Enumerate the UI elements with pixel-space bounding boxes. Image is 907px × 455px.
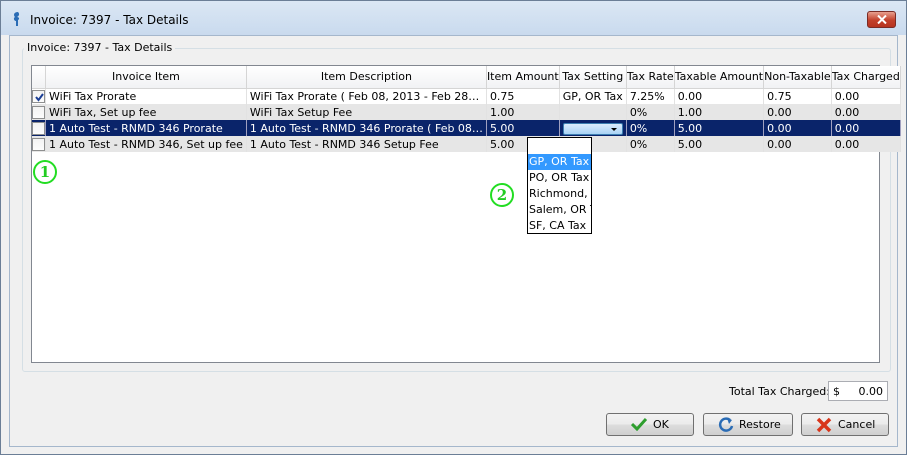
cell-tax-setting[interactable] — [559, 120, 627, 136]
dropdown-arrow-icon[interactable] — [610, 127, 617, 131]
checkmark-icon — [631, 417, 647, 431]
annotation-marker-1: 1 — [33, 160, 57, 184]
tax-details-window: Invoice: 7397 - Tax Details Invoice: 739… — [0, 0, 907, 455]
cancel-button[interactable]: Cancel — [801, 413, 889, 436]
restore-icon — [718, 417, 734, 432]
cell-non-taxable: 0.00 — [763, 104, 832, 120]
tax-setting-combobox[interactable] — [562, 122, 623, 135]
column-header-invoice-item[interactable]: Invoice Item — [45, 66, 247, 89]
dropdown-option[interactable]: SF, CA Tax — [528, 218, 591, 233]
cell-item-amount: 0.75 — [486, 88, 560, 104]
cell-tax-rate: 0% — [626, 120, 675, 136]
column-header-tax-charged[interactable]: Tax Charged — [831, 66, 901, 89]
cell-tax-charged: 0.00 — [831, 104, 901, 120]
cell-invoice-item: 1 Auto Test - RNMD 346 Prorate — [45, 120, 247, 136]
cell-tax-rate: 0% — [626, 104, 675, 120]
column-header-select[interactable] — [32, 66, 46, 89]
close-button[interactable] — [867, 11, 896, 28]
cell-non-taxable: 0.75 — [763, 88, 832, 104]
app-logo-icon — [13, 12, 20, 26]
window-title: Invoice: 7397 - Tax Details — [30, 13, 189, 27]
column-header-tax-setting[interactable]: Tax Setting — [559, 66, 627, 89]
cancel-label: Cancel — [838, 418, 876, 431]
cell-tax-charged: 0.00 — [831, 136, 901, 152]
ok-button[interactable]: OK — [606, 413, 694, 436]
cell-tax-rate: 7.25% — [626, 88, 675, 104]
cell-item-amount: 1.00 — [486, 104, 560, 120]
ok-label: OK — [653, 418, 669, 431]
restore-button[interactable]: Restore — [703, 413, 793, 436]
cell-invoice-item: WiFi Tax Prorate — [45, 88, 247, 104]
total-tax-charged-field[interactable]: $ 0.00 — [828, 381, 888, 401]
dropdown-option[interactable]: Richmond, VA Tax — [528, 186, 591, 202]
restore-label: Restore — [739, 418, 781, 431]
cell-item-description: 1 Auto Test - RNMD 346 Prorate ( Feb 08… — [246, 120, 487, 136]
title-bar[interactable]: Invoice: 7397 - Tax Details — [1, 1, 906, 35]
table-row[interactable]: 1 Auto Test - RNMD 346, Set up fee 1 Aut… — [32, 136, 901, 152]
column-header-tax-rate[interactable]: Tax Rate — [626, 66, 675, 89]
table-row-selected[interactable]: 1 Auto Test - RNMD 346 Prorate 1 Auto Te… — [32, 120, 901, 136]
grid-header-row: Invoice Item Item Description Item Amoun… — [32, 66, 901, 89]
dropdown-option[interactable] — [528, 138, 591, 154]
tax-details-grid[interactable]: Invoice Item Item Description Item Amoun… — [31, 65, 901, 363]
cell-non-taxable: 0.00 — [763, 136, 832, 152]
cell-tax-setting[interactable]: GP, OR Tax — [559, 88, 627, 104]
cell-taxable-amount: 5.00 — [674, 120, 765, 136]
cell-taxable-amount: 0.00 — [674, 88, 765, 104]
total-tax-charged-value: 0.00 — [858, 385, 884, 398]
table-row[interactable]: WiFi Tax, Set up fee WiFi Tax Setup Fee … — [32, 104, 901, 120]
column-header-non-taxable[interactable]: Non-Taxable — [763, 66, 832, 89]
cancel-x-icon — [816, 417, 832, 433]
cell-invoice-item: WiFi Tax, Set up fee — [45, 104, 247, 120]
table-row[interactable]: WiFi Tax Prorate WiFi Tax Prorate ( Feb … — [32, 88, 901, 104]
cell-item-amount: 5.00 — [486, 120, 560, 136]
cell-item-description: WiFi Tax Prorate ( Feb 08, 2013 - Feb 28… — [246, 88, 487, 104]
dropdown-option[interactable]: Salem, OR Tax — [528, 202, 591, 218]
currency-symbol: $ — [833, 385, 840, 398]
cell-non-taxable: 0.00 — [763, 120, 832, 136]
row-checkbox[interactable] — [32, 121, 45, 135]
tax-setting-dropdown-list[interactable]: GP, OR Tax PO, OR Tax Richmond, VA Tax S… — [527, 137, 592, 234]
dropdown-option[interactable]: PO, OR Tax — [528, 170, 591, 186]
cell-item-description: 1 Auto Test - RNMD 346 Setup Fee — [246, 136, 487, 152]
total-tax-charged-label: Total Tax Charged: — [729, 385, 830, 398]
row-checkbox[interactable] — [32, 105, 45, 119]
cell-tax-charged: 0.00 — [831, 120, 901, 136]
checkmark-icon — [35, 93, 44, 102]
dropdown-option-highlighted[interactable]: GP, OR Tax — [528, 154, 591, 170]
row-checkbox[interactable] — [32, 137, 45, 151]
cell-taxable-amount: 1.00 — [674, 104, 765, 120]
cell-tax-charged: 0.00 — [831, 88, 901, 104]
close-icon — [877, 15, 887, 24]
column-header-taxable-amount[interactable]: Taxable Amount — [674, 66, 765, 89]
cell-tax-rate: 0% — [626, 136, 675, 152]
cell-invoice-item: 1 Auto Test - RNMD 346, Set up fee — [45, 136, 247, 152]
annotation-marker-2: 2 — [490, 183, 514, 207]
cell-item-description: WiFi Tax Setup Fee — [246, 104, 487, 120]
column-header-item-amount[interactable]: Item Amount — [486, 66, 560, 89]
row-checkbox[interactable] — [32, 90, 45, 103]
cell-tax-setting[interactable] — [559, 104, 627, 120]
cell-taxable-amount: 5.00 — [674, 136, 765, 152]
column-header-item-description[interactable]: Item Description — [246, 66, 487, 89]
group-label: Invoice: 7397 - Tax Details — [24, 41, 176, 54]
